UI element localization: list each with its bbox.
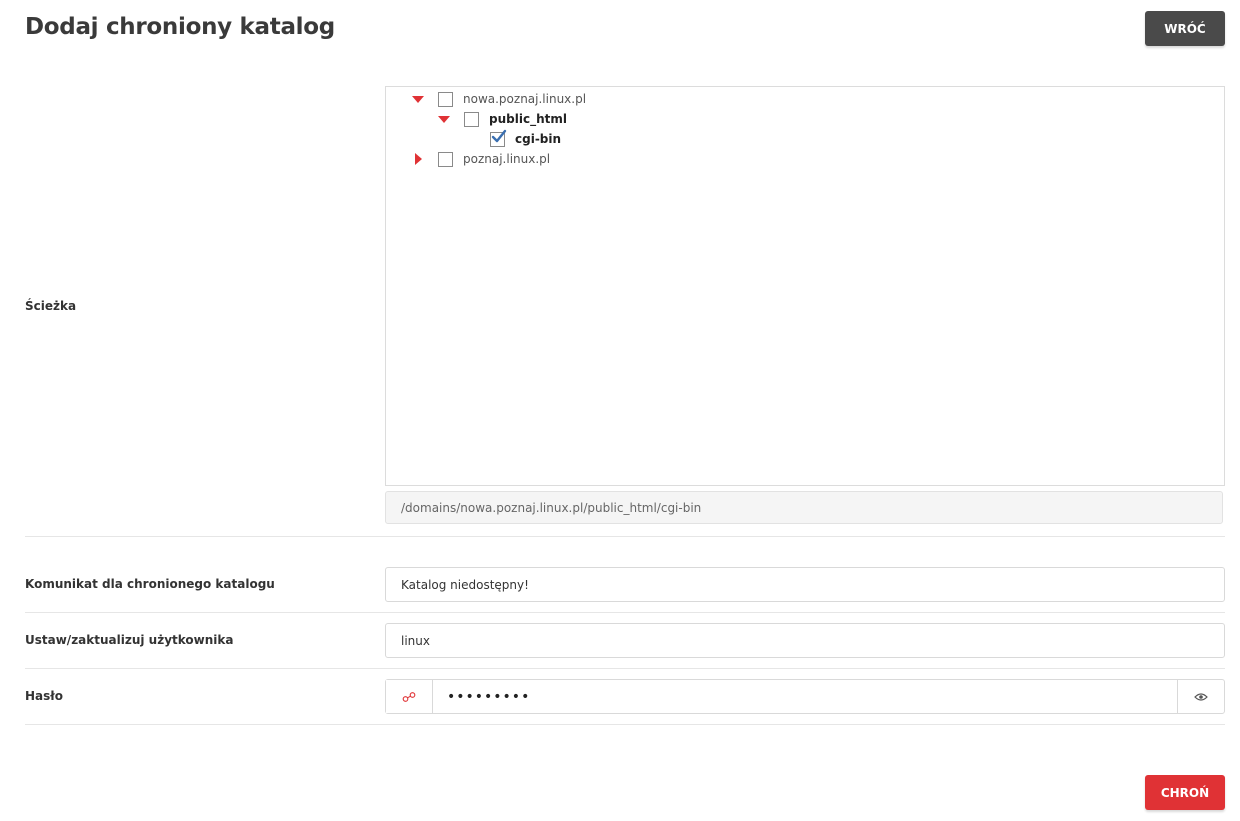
path-label: Ścieżka: [25, 299, 77, 313]
password-input[interactable]: [433, 680, 1177, 713]
generate-password-button[interactable]: [386, 680, 433, 713]
eye-icon: [1194, 692, 1208, 701]
tree-checkbox[interactable]: [438, 151, 453, 167]
tree-item-cgi-bin[interactable]: cgi-bin: [490, 129, 562, 148]
divider: [25, 668, 1225, 669]
checkmark-icon: [491, 129, 507, 142]
key-generate-icon: [402, 691, 416, 702]
expand-arrow-right-icon[interactable]: [415, 153, 422, 165]
tree-item-label: poznaj.linux.pl: [463, 152, 551, 166]
toggle-password-visibility-button[interactable]: [1177, 680, 1224, 713]
tree-item-label: cgi-bin: [515, 132, 562, 146]
tree-item-label: public_html: [489, 112, 567, 126]
password-group: [385, 679, 1225, 714]
selected-path-field: /domains/nowa.poznaj.linux.pl/public_htm…: [385, 491, 1223, 524]
tree-item-public-html[interactable]: public_html: [438, 110, 567, 128]
username-input[interactable]: [385, 623, 1225, 658]
message-input[interactable]: [385, 567, 1225, 602]
tree-checkbox[interactable]: [438, 91, 453, 107]
tree-checkbox-checked[interactable]: [490, 129, 507, 147]
user-label: Ustaw/zaktualizuj użytkownika: [25, 633, 234, 647]
back-button[interactable]: WRÓĆ: [1145, 11, 1225, 46]
expand-arrow-down-icon[interactable]: [412, 95, 424, 103]
tree-item-poznaj[interactable]: poznaj.linux.pl: [412, 150, 550, 168]
protect-button[interactable]: CHROŃ: [1145, 775, 1225, 810]
page-title: Dodaj chroniony katalog: [25, 14, 335, 40]
directory-tree[interactable]: nowa.poznaj.linux.pl public_html cgi-bin…: [385, 86, 1225, 486]
divider: [25, 612, 1225, 613]
password-label: Hasło: [25, 689, 63, 703]
message-label: Komunikat dla chronionego katalogu: [25, 577, 275, 591]
divider: [25, 724, 1225, 725]
tree-item-nowa-poznaj[interactable]: nowa.poznaj.linux.pl: [412, 90, 586, 108]
tree-item-label: nowa.poznaj.linux.pl: [463, 92, 587, 106]
divider: [25, 536, 1225, 537]
tree-checkbox[interactable]: [464, 111, 479, 127]
expand-arrow-down-icon[interactable]: [438, 115, 450, 123]
